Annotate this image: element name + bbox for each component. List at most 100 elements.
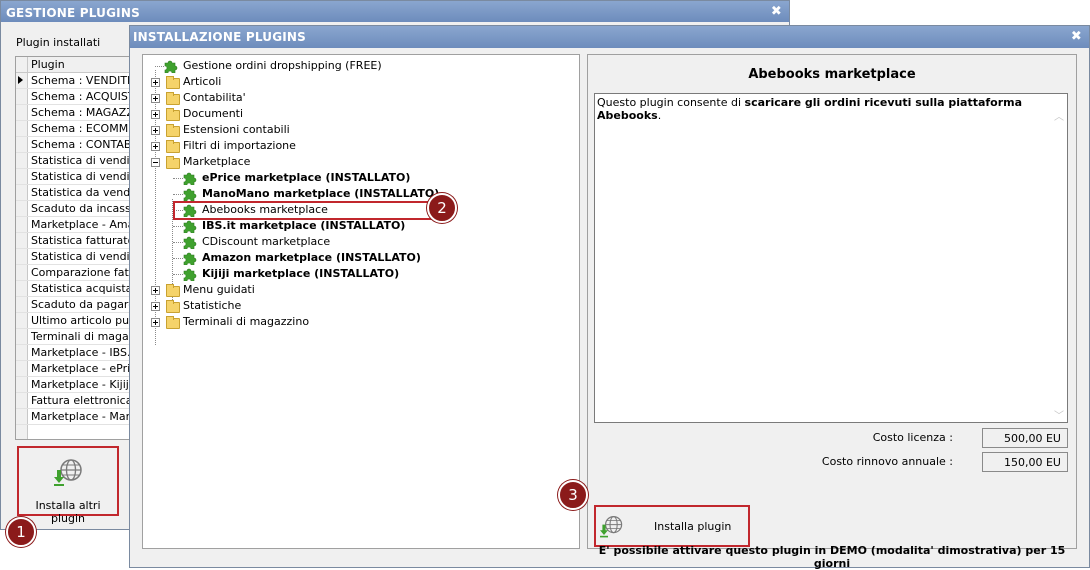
row-selector[interactable] [16, 297, 28, 312]
tree-item-label: CDiscount marketplace [202, 235, 331, 248]
tree-item-eprice[interactable]: ePrice marketplace (INSTALLATO) [173, 170, 573, 186]
tree-folder-documenti[interactable]: Documenti [147, 106, 567, 122]
plugin-name-cell: Statistica da vendita p [31, 186, 134, 199]
row-selector[interactable] [16, 105, 28, 120]
expand-icon[interactable] [151, 318, 160, 327]
tree-folder-contabilita[interactable]: Contabilita' [147, 90, 567, 106]
expand-icon[interactable] [151, 78, 160, 87]
tree-item-label: Estensioni contabili [183, 123, 290, 136]
tree-item-ibs[interactable]: IBS.it marketplace (INSTALLATO) [173, 218, 573, 234]
table-row[interactable]: Schema : CONTABILI [16, 137, 134, 153]
table-row[interactable]: Marketplace - ePrice [16, 361, 134, 377]
table-row[interactable]: Statistica acquistato [16, 281, 134, 297]
row-selector[interactable] [16, 393, 28, 408]
table-row[interactable]: Fattura elettronica [16, 393, 134, 409]
table-row[interactable]: Statistica fatturato m [16, 233, 134, 249]
row-selector[interactable] [16, 121, 28, 136]
row-selector[interactable] [16, 201, 28, 216]
close-icon[interactable]: ✖ [1071, 29, 1082, 44]
table-row[interactable]: Comparazione fattur [16, 265, 134, 281]
tree-folder-filtri[interactable]: Filtri di importazione [147, 138, 567, 154]
installed-plugins-grid[interactable]: Plugin Schema : VENDITE Schema : ACQUISTI… [15, 56, 135, 440]
install-plugin-button[interactable]: Installa plugin [594, 505, 750, 547]
plugin-name-cell: Terminali di magazzin [31, 330, 134, 343]
description-scrollbar[interactable]: ︿ ﹀ [1050, 94, 1067, 422]
table-row[interactable]: Marketplace - Amazo [16, 217, 134, 233]
tree-item-dropshipping[interactable]: Gestione ordini dropshipping (FREE) [155, 58, 575, 74]
license-cost-label: Costo licenza : [872, 431, 953, 444]
plugin-description[interactable]: Questo plugin consente di scaricare gli … [594, 93, 1068, 423]
row-selector[interactable] [16, 233, 28, 248]
row-selector[interactable] [16, 137, 28, 152]
table-row[interactable]: Statistica di vendita p [16, 249, 134, 265]
table-row[interactable]: Schema : MAGAZZIN [16, 105, 134, 121]
window-title: GESTIONE PLUGINS [6, 6, 140, 20]
tree-item-label: Filtri di importazione [183, 139, 296, 152]
row-selector[interactable] [16, 361, 28, 376]
table-row[interactable]: Ultimo articolo pubbli [16, 313, 134, 329]
table-row[interactable]: Scaduto da pagare a [16, 297, 134, 313]
row-selector[interactable] [16, 169, 28, 184]
table-row[interactable]: Marketplace - ManoM [16, 409, 134, 425]
row-selector[interactable] [16, 249, 28, 264]
expand-icon[interactable] [151, 126, 160, 135]
expand-icon[interactable] [151, 94, 160, 103]
table-row[interactable]: Terminali di magazzin [16, 329, 134, 345]
row-selector[interactable] [16, 281, 28, 296]
tree-folder-articoli[interactable]: Articoli [147, 74, 567, 90]
table-row[interactable]: Marketplace - IBS.it [16, 345, 134, 361]
table-row[interactable]: Marketplace - Kijiji [16, 377, 134, 393]
tree-folder-statistiche[interactable]: Statistiche [147, 298, 567, 314]
expand-icon[interactable] [151, 286, 160, 295]
table-row[interactable]: Statistica di vendita p [16, 169, 134, 185]
table-row[interactable]: Statistica di vendita p [16, 153, 134, 169]
row-selector[interactable] [16, 425, 28, 439]
table-row[interactable]: Scaduto da incassare [16, 201, 134, 217]
grid-header[interactable]: Plugin [16, 57, 134, 73]
row-selector[interactable] [16, 329, 28, 344]
expand-icon[interactable] [151, 142, 160, 151]
table-row[interactable] [16, 425, 134, 439]
tree-item-cdiscount[interactable]: CDiscount marketplace [173, 234, 573, 250]
renewal-cost-label: Costo rinnovo annuale : [821, 455, 953, 468]
plugin-name-cell: Comparazione fattur [31, 266, 134, 279]
table-row[interactable]: Schema : ACQUISTI [16, 89, 134, 105]
row-selector[interactable] [16, 313, 28, 328]
tree-folder-marketplace[interactable]: Marketplace [147, 154, 567, 170]
tree-item-label: Kijiji marketplace (INSTALLATO) [202, 267, 400, 280]
install-other-plugins-button[interactable]: Installa altri plugin [17, 446, 119, 525]
tree-item-kijiji[interactable]: Kijiji marketplace (INSTALLATO) [173, 266, 573, 282]
row-selector[interactable] [16, 265, 28, 280]
scroll-down-icon[interactable]: ﹀ [1054, 407, 1064, 422]
row-selector[interactable] [16, 185, 28, 200]
table-row[interactable]: Schema : VENDITE [16, 73, 134, 89]
plugin-name-cell: Statistica fatturato m [31, 234, 134, 247]
collapse-icon[interactable] [151, 158, 160, 167]
tree-item-amazon[interactable]: Amazon marketplace (INSTALLATO) [173, 250, 573, 266]
row-selector[interactable] [16, 217, 28, 232]
puzzle-piece-icon [183, 236, 197, 249]
table-row[interactable]: Statistica da vendita p [16, 185, 134, 201]
row-selector[interactable] [16, 73, 28, 88]
row-selector[interactable] [16, 153, 28, 168]
row-selector[interactable] [16, 345, 28, 360]
tree-item-label: Gestione ordini dropshipping (FREE) [183, 59, 382, 72]
tree-folder-terminali[interactable]: Terminali di magazzino [147, 314, 567, 330]
tree-folder-estensioni[interactable]: Estensioni contabili [147, 122, 567, 138]
tree-item-manomano[interactable]: ManoMano marketplace (INSTALLATO) [173, 186, 573, 202]
tree-item-label: ManoMano marketplace (INSTALLATO) [202, 187, 440, 200]
scroll-up-icon[interactable]: ︿ [1054, 108, 1064, 123]
row-selector[interactable] [16, 409, 28, 424]
row-selector[interactable] [16, 89, 28, 104]
row-selector-header [16, 57, 28, 73]
license-cost-value: 500,00 EU [982, 428, 1068, 448]
folder-icon [166, 108, 180, 121]
table-row[interactable]: Schema : ECOMMERC [16, 121, 134, 137]
plugin-tree[interactable]: Gestione ordini dropshipping (FREE) Arti… [142, 54, 580, 549]
row-selector[interactable] [16, 377, 28, 392]
gestione-plugins-titlebar: GESTIONE PLUGINS ✖ [1, 1, 789, 22]
expand-icon[interactable] [151, 110, 160, 119]
close-icon[interactable]: ✖ [771, 4, 782, 19]
tree-folder-menu[interactable]: Menu guidati [147, 282, 567, 298]
expand-icon[interactable] [151, 302, 160, 311]
